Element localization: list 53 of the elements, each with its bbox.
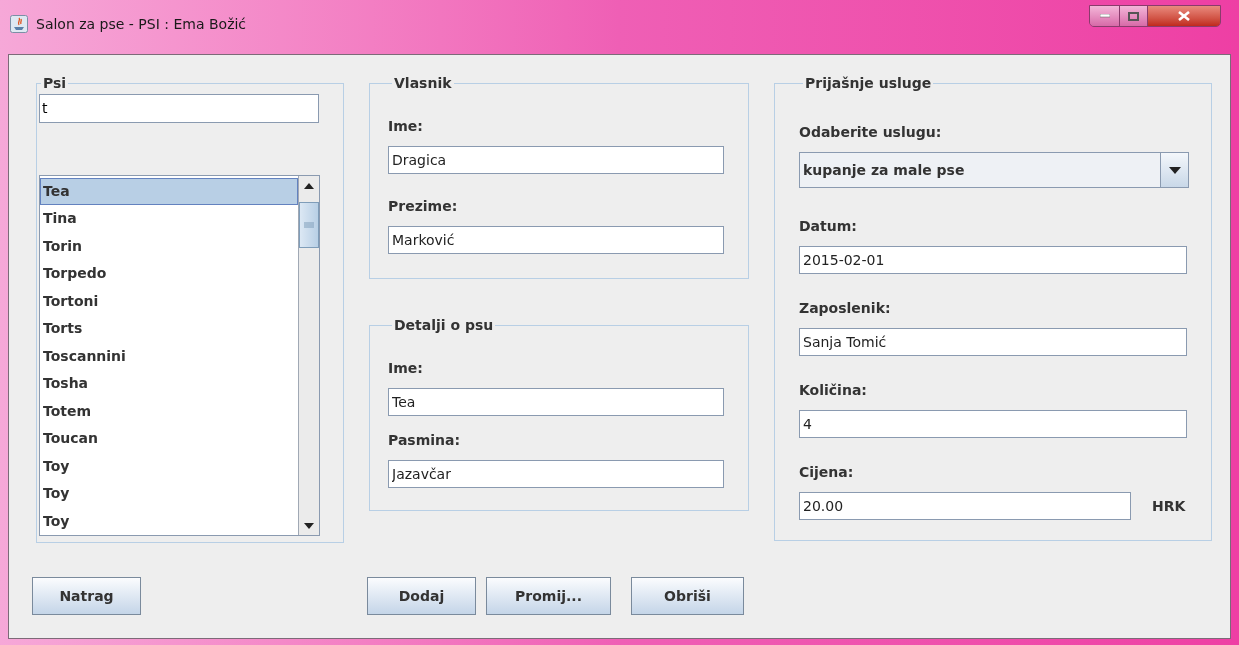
list-item[interactable]: Torin <box>40 232 298 260</box>
field-label: Ime: <box>388 117 424 136</box>
action-button[interactable]: Obriši <box>631 577 744 615</box>
panel-legend: Psi <box>41 73 69 94</box>
close-button[interactable] <box>1148 6 1220 26</box>
text-field[interactable]: Jazavčar <box>388 460 724 488</box>
minimize-button[interactable] <box>1090 6 1120 26</box>
scrollbar[interactable] <box>298 175 319 535</box>
list-item[interactable]: Tosha <box>40 370 298 398</box>
text-field[interactable]: Sanja Tomić <box>799 328 1187 356</box>
dropdown-value: kupanje za male pse <box>802 160 966 180</box>
window-title: Salon za pse - PSI : Ema Božić <box>36 15 247 34</box>
action-button[interactable]: Natrag <box>32 577 141 615</box>
field-label: Količina: <box>799 381 868 400</box>
text-field[interactable]: Marković <box>388 226 724 254</box>
maximize-icon <box>1128 11 1139 21</box>
text-field[interactable]: 20.00 <box>799 492 1131 520</box>
list-item[interactable]: Toucan <box>40 425 298 453</box>
panel-legend: Vlasnik <box>392 73 454 94</box>
list-item[interactable]: Tortoni <box>40 287 298 315</box>
minimize-icon <box>1099 14 1110 18</box>
list-item[interactable]: Tina <box>40 205 298 233</box>
list-item[interactable]: Torpedo <box>40 260 298 288</box>
app-icon <box>10 15 28 33</box>
service-dropdown[interactable]: kupanje za male pse <box>799 152 1189 188</box>
list-item[interactable]: Toy <box>40 480 298 508</box>
list-item[interactable]: Totem <box>40 397 298 425</box>
panel-legend: Prijašnje usluge <box>803 73 934 94</box>
text-field[interactable]: 2015-02-01 <box>799 246 1187 274</box>
maximize-button[interactable] <box>1120 6 1148 26</box>
field-label: Pasmina: <box>388 431 462 450</box>
action-button[interactable]: Dodaj <box>367 577 476 615</box>
scroll-thumb[interactable] <box>299 201 319 248</box>
text-field[interactable]: 4 <box>799 410 1187 438</box>
field-label: Prezime: <box>388 197 459 216</box>
close-icon <box>1178 11 1190 21</box>
field-label: Cijena: <box>799 463 855 482</box>
dropdown-caret-icon[interactable] <box>1168 166 1181 174</box>
text-field[interactable]: Dragica <box>388 146 724 174</box>
list-item[interactable]: Toscannini <box>40 342 298 370</box>
search-field[interactable]: t <box>39 94 319 123</box>
list-item[interactable]: Toy <box>40 507 298 535</box>
text-field[interactable]: Tea <box>388 388 724 416</box>
currency-label: HRK <box>1152 496 1186 516</box>
panel-legend: Detalji o psu <box>392 315 496 336</box>
list-item[interactable]: Toy <box>40 452 298 480</box>
list-item[interactable]: Torts <box>40 315 298 343</box>
field-label: Odaberite uslugu: <box>799 123 943 142</box>
field-label: Datum: <box>799 217 858 236</box>
list-item[interactable]: Tea <box>40 177 298 205</box>
action-button[interactable]: Promij... <box>486 577 611 615</box>
field-label: Zaposlenik: <box>799 299 892 318</box>
field-label: Ime: <box>388 359 424 378</box>
